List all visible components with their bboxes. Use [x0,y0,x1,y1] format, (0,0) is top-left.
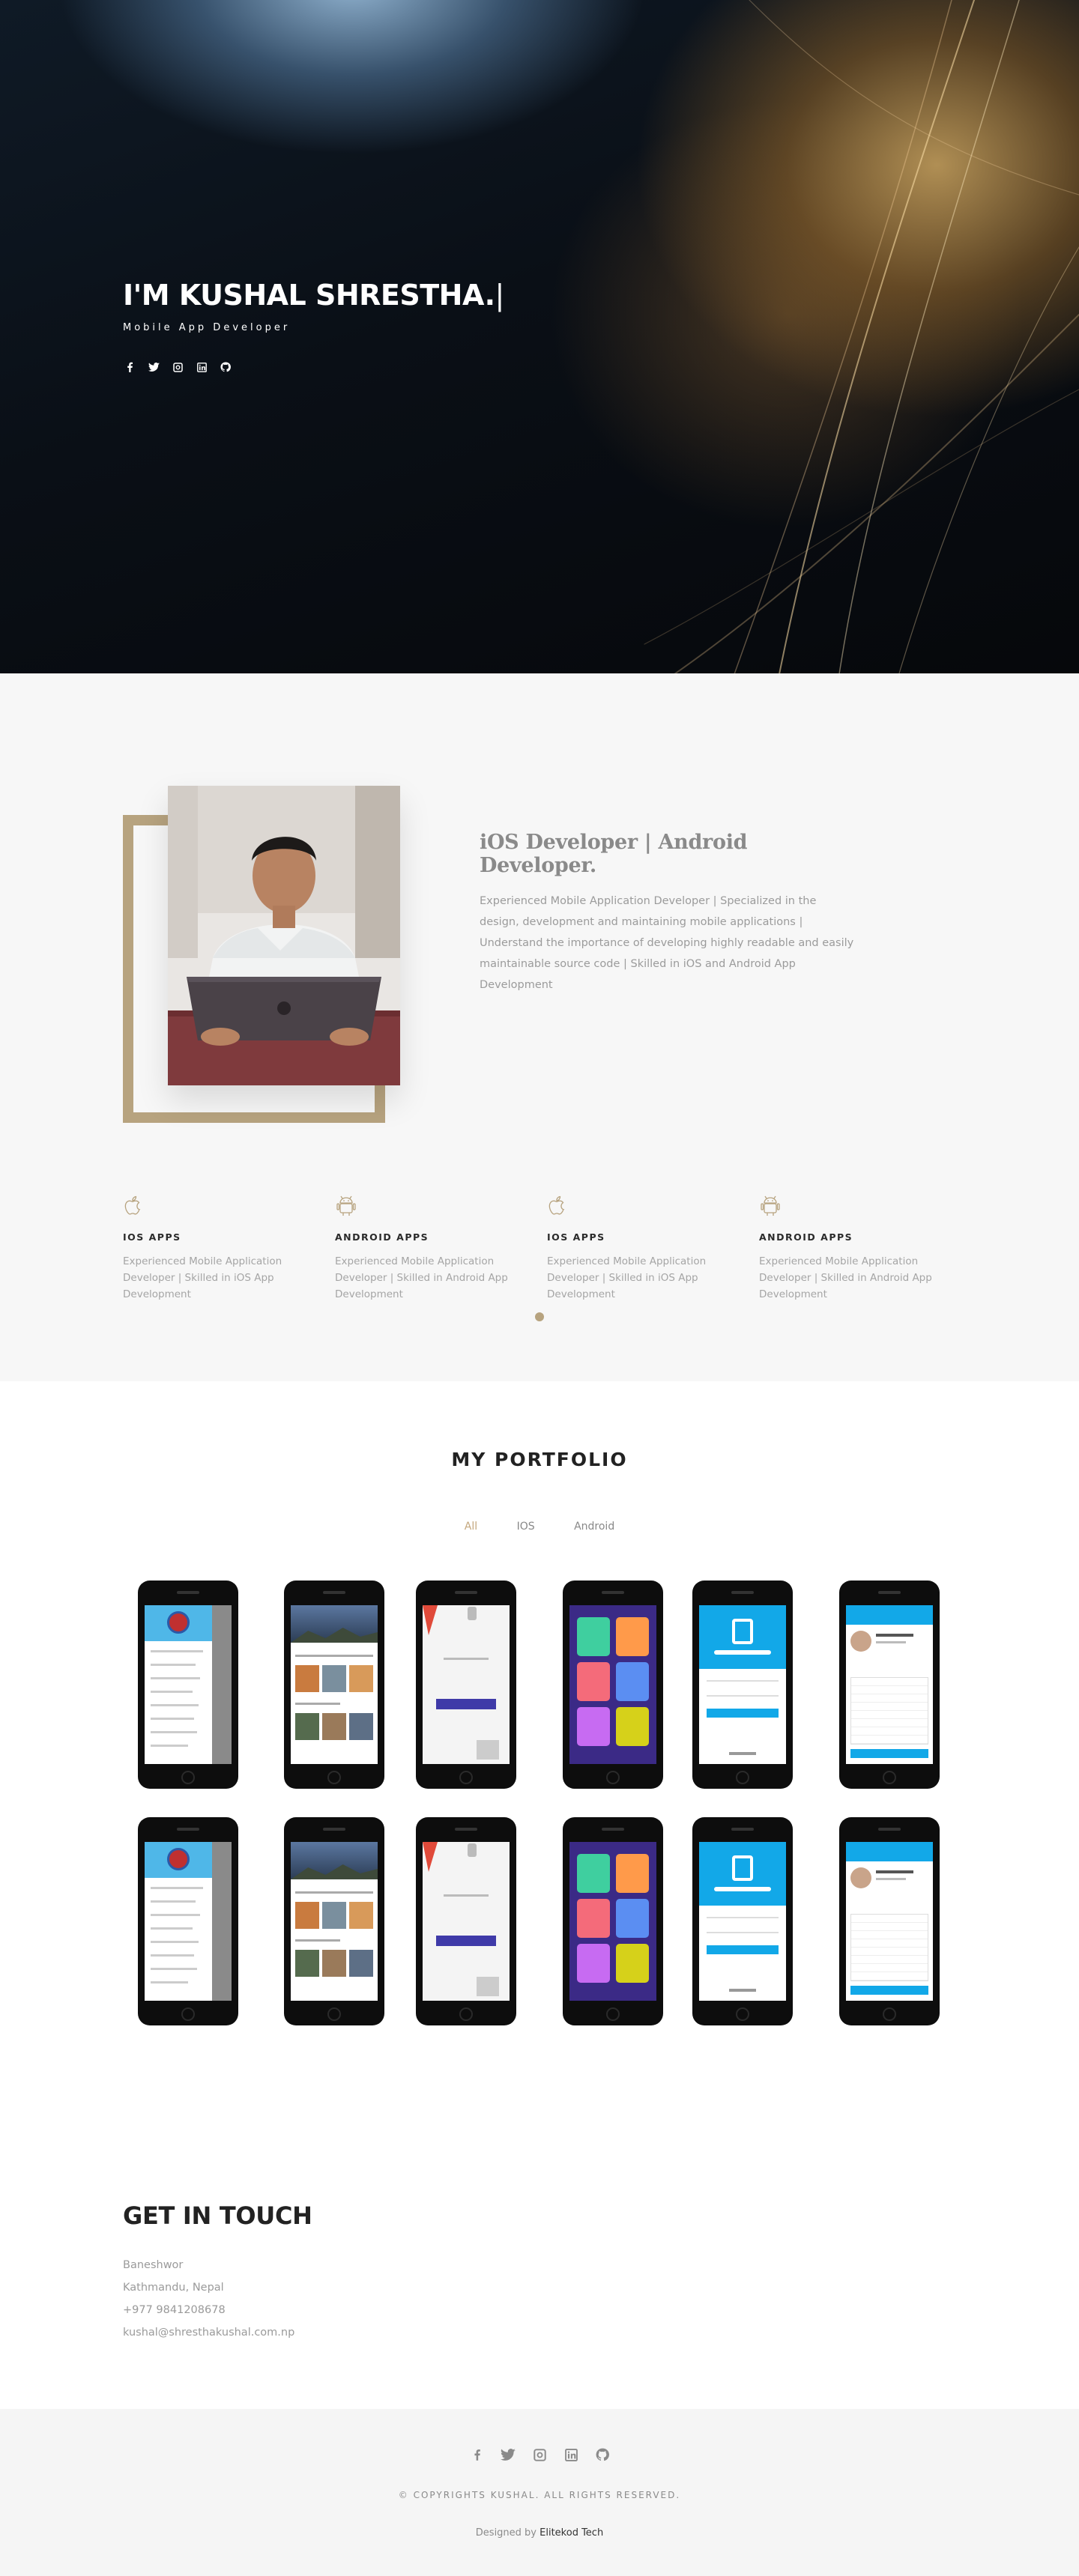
portfolio-item[interactable] [563,1581,663,1789]
portfolio-item[interactable] [284,1581,384,1789]
portfolio-item[interactable] [839,1817,940,2025]
portfolio-item[interactable] [839,1581,940,1789]
about-text: iOS Developer | Android Developer. Exper… [480,831,854,995]
portfolio-item[interactable] [284,1817,384,2025]
android-icon [335,1195,357,1219]
service-title: IOS APPS [123,1231,181,1243]
hero-title: I'M KUSHAL SHRESTHA.| [123,279,504,312]
carousel-dot[interactable] [535,1312,544,1321]
about-section: iOS Developer | Android Developer. Exper… [0,673,1079,1381]
services-carousel: IOS APPS Experienced Mobile Application … [123,1194,971,1303]
designed-by-label: Designed by [475,2527,537,2539]
email-link[interactable]: kushal@shresthakushal.com.np [123,2321,294,2344]
hero-subtitle: Mobile App Developer [123,322,291,333]
service-description: Experienced Mobile Application Developer… [123,1255,282,1300]
contact-details: Baneshwor Kathmandu, Nepal +977 98412086… [123,2254,294,2344]
filter-ios[interactable]: IOS [517,1521,535,1533]
portfolio-item[interactable] [563,1817,663,2025]
service-title: ANDROID APPS [759,1231,853,1243]
android-icon [759,1195,782,1219]
address-line-1: Baneshwor [123,2259,184,2271]
instagram-icon[interactable] [171,360,184,374]
service-description: Experienced Mobile Application Developer… [335,1255,508,1300]
facebook-icon[interactable] [123,360,136,374]
about-description: Experienced Mobile Application Developer… [480,895,854,991]
portfolio-title: MY PORTFOLIO [451,1449,628,1470]
github-icon[interactable] [594,2446,611,2463]
portfolio-section: MY PORTFOLIO All IOS Android [0,1381,1079,2132]
service-item: IOS APPS Experienced Mobile Application … [123,1194,335,1303]
portfolio-item[interactable] [692,1817,793,2025]
portfolio-item[interactable] [416,1817,516,2025]
portfolio-item[interactable] [416,1581,516,1789]
profile-photo [168,786,400,1085]
filter-all[interactable]: All [465,1521,477,1533]
service-description: Experienced Mobile Application Developer… [547,1255,707,1300]
service-description: Experienced Mobile Application Developer… [759,1255,932,1300]
portfolio-item[interactable] [138,1817,238,2025]
filter-android[interactable]: Android [574,1521,614,1533]
contact-title: GET IN TOUCH [123,2201,312,2230]
service-title: ANDROID APPS [335,1231,429,1243]
portfolio-filters: All IOS Android [0,1521,1079,1533]
instagram-icon[interactable] [531,2446,548,2463]
service-item: ANDROID APPS Experienced Mobile Applicat… [759,1194,971,1303]
designed-by: Designed by Elitekod Tech [0,2527,1079,2539]
service-item: ANDROID APPS Experienced Mobile Applicat… [335,1194,547,1303]
hero-section: I'M KUSHAL SHRESTHA.| Mobile App Develop… [0,0,1079,673]
phone-number[interactable]: +977 9841208678 [123,2299,294,2321]
service-title: IOS APPS [547,1231,605,1243]
github-icon[interactable] [219,360,232,374]
typing-cursor: | [495,279,505,312]
hero-content: I'M KUSHAL SHRESTHA.| Mobile App Develop… [123,279,504,374]
twitter-icon[interactable] [500,2446,516,2463]
designer-link[interactable]: Elitekod Tech [540,2527,603,2539]
address-line-2: Kathmandu, Nepal [123,2282,224,2294]
portfolio-item[interactable] [138,1581,238,1789]
contact-section: GET IN TOUCH Baneshwor Kathmandu, Nepal … [0,2132,1079,2409]
twitter-icon[interactable] [147,360,160,374]
hero-social-links [123,360,504,374]
linkedin-icon[interactable] [195,360,208,374]
copyright-text: © COPYRIGHTS KUSHAL. ALL RIGHTS RESERVED… [398,2490,681,2500]
footer-social-links [0,2446,1079,2463]
linkedin-icon[interactable] [563,2446,579,2463]
about-heading: iOS Developer | Android Developer. [480,831,748,877]
footer: © COPYRIGHTS KUSHAL. ALL RIGHTS RESERVED… [0,2409,1079,2576]
apple-icon [547,1195,568,1219]
service-item: IOS APPS Experienced Mobile Application … [547,1194,759,1303]
portfolio-item[interactable] [692,1581,793,1789]
facebook-icon[interactable] [468,2446,485,2463]
apple-icon [123,1195,144,1219]
